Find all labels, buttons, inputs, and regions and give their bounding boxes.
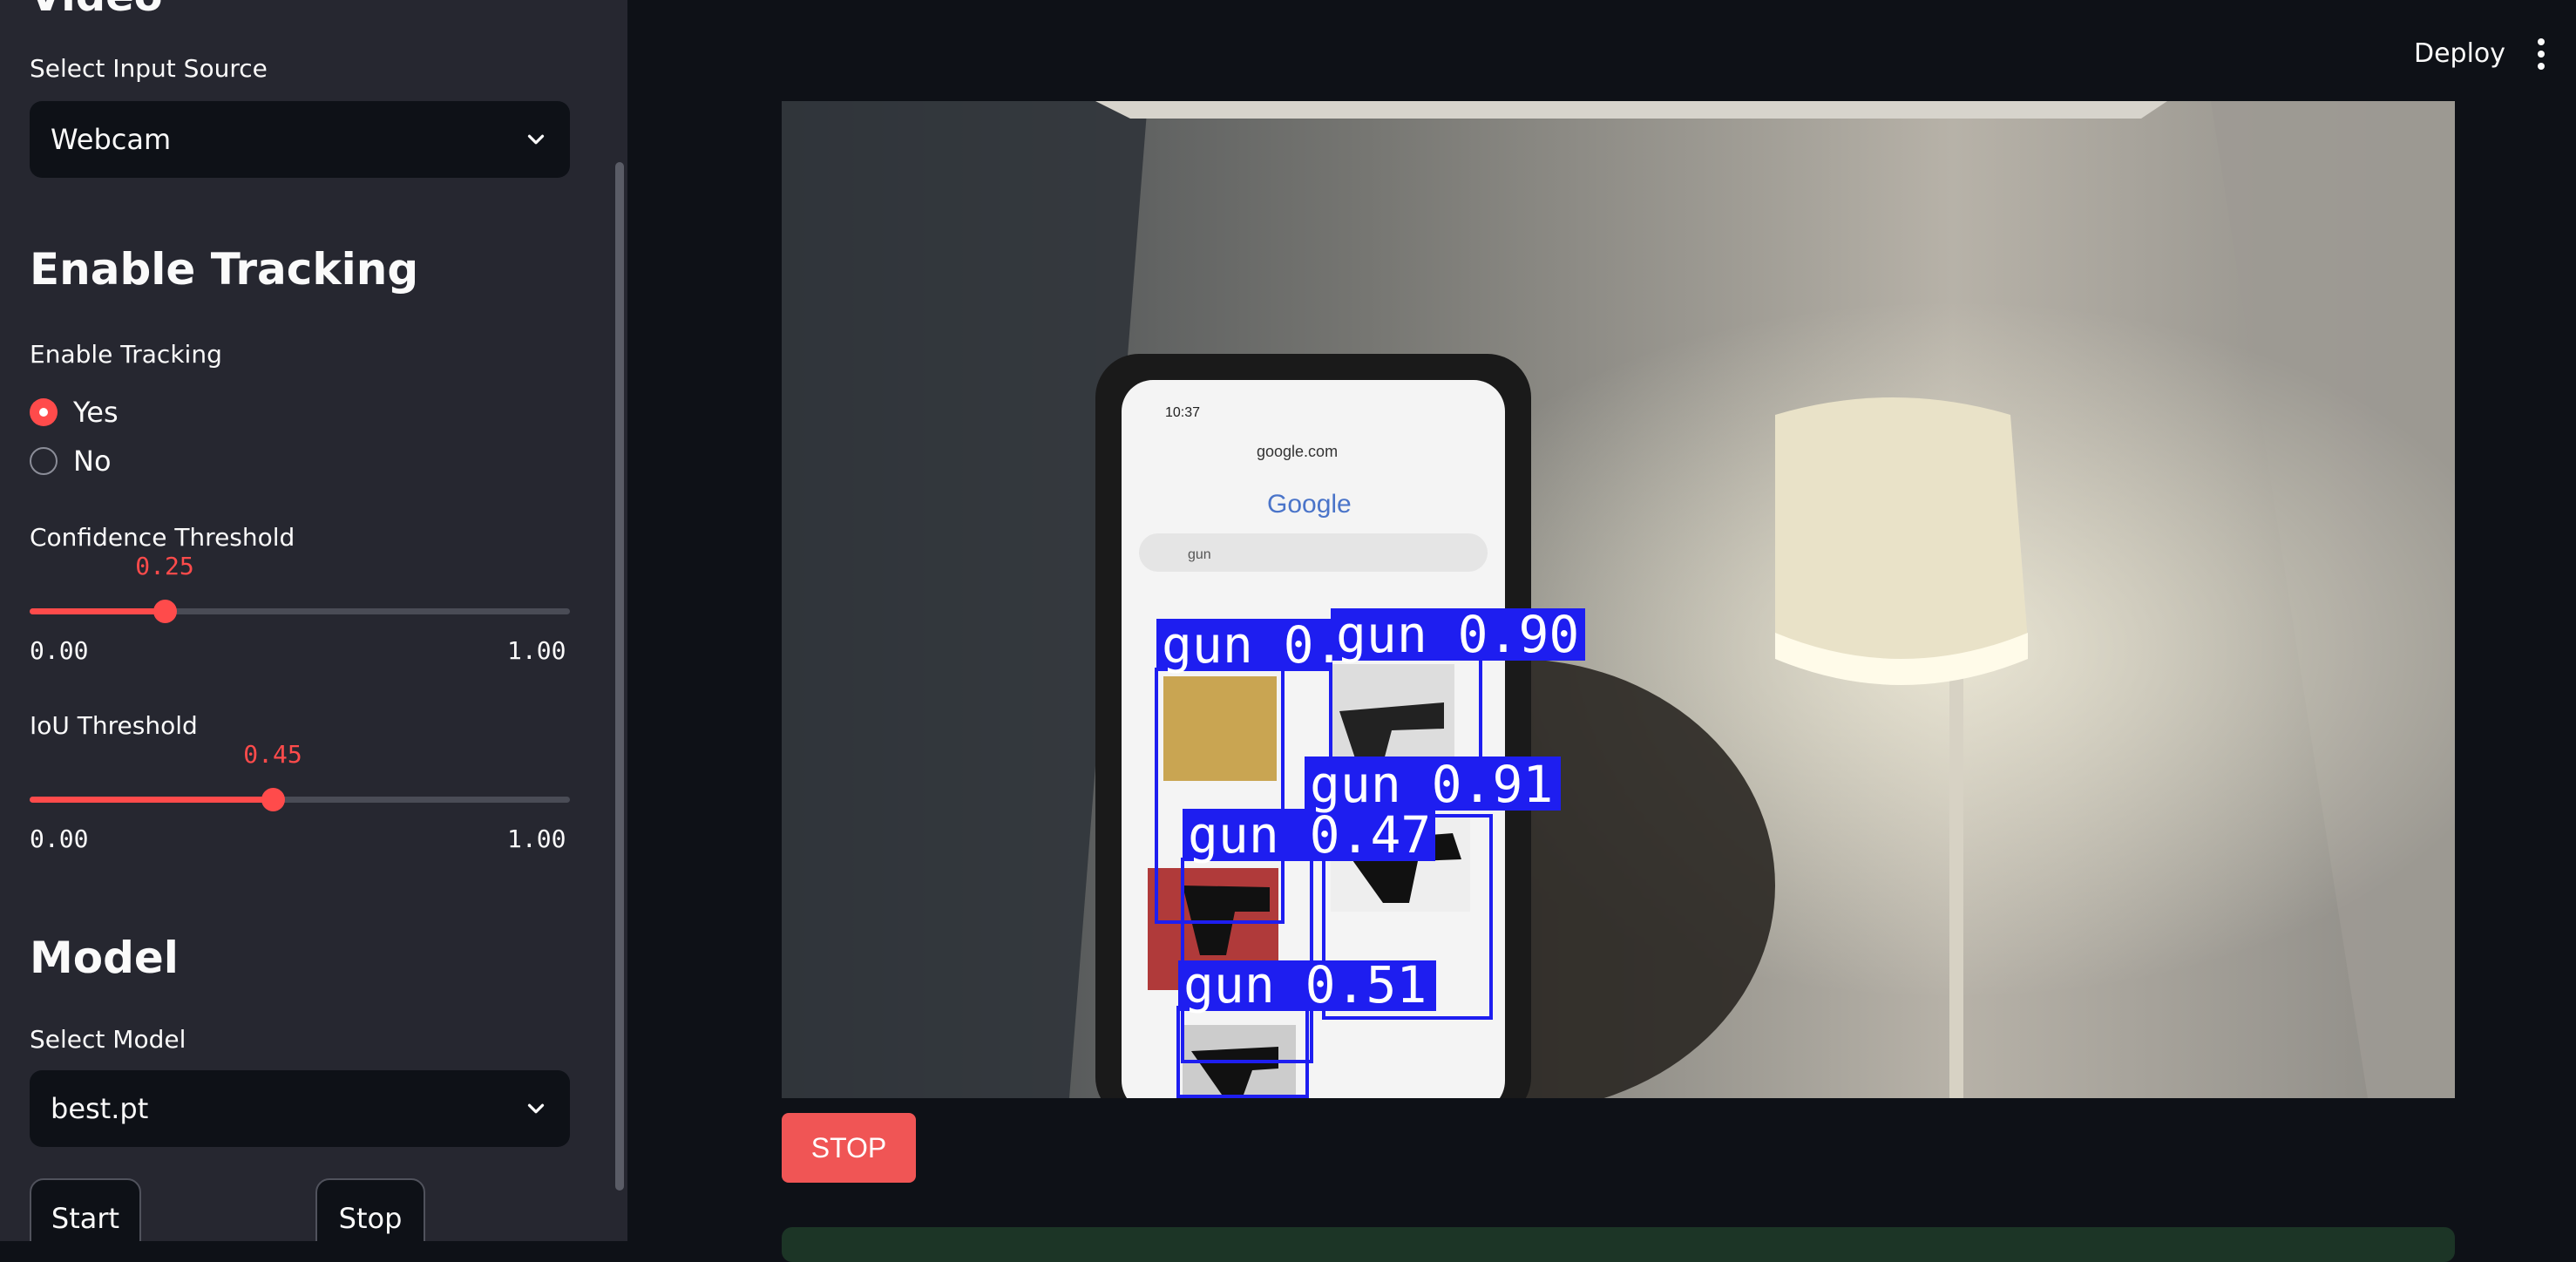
radio-no-label: No (73, 444, 112, 478)
deploy-button[interactable]: Deploy (2414, 38, 2505, 69)
sidebar-scrollbar[interactable] (615, 162, 624, 1191)
detection-label: gun 0.51 (1183, 955, 1427, 1014)
confidence-slider[interactable]: 0.25 (30, 552, 570, 641)
iou-max: 1.00 (507, 824, 566, 853)
tracking-heading: Enable Tracking (30, 244, 419, 295)
model-select[interactable]: best.pt (30, 1070, 570, 1147)
sidebar-heading-video: Video (30, 0, 163, 21)
main-menu-icon[interactable] (2536, 38, 2546, 70)
radio-yes[interactable]: Yes (30, 396, 119, 429)
stop-sidebar-button[interactable]: Stop (315, 1178, 425, 1241)
phone-time: 10:37 (1165, 405, 1200, 420)
phone-google-logo: Google (1267, 490, 1352, 519)
confidence-fill (30, 608, 165, 614)
chevron-down-icon (527, 134, 545, 145)
chevron-down-icon (527, 1103, 545, 1114)
radio-no-indicator[interactable] (30, 447, 58, 475)
input-source-select[interactable]: Webcam (30, 101, 570, 178)
input-source-label: Select Input Source (30, 54, 268, 83)
confidence-label: Confidence Threshold (30, 523, 295, 552)
radio-yes-label: Yes (73, 396, 119, 429)
detection-label: gun 0. (1162, 615, 1345, 675)
radio-no[interactable]: No (30, 444, 112, 478)
confidence-max: 1.00 (507, 636, 566, 665)
input-source-value: Webcam (51, 123, 172, 156)
model-value: best.pt (51, 1092, 149, 1125)
status-alert (782, 1227, 2455, 1262)
model-label: Select Model (30, 1025, 186, 1054)
sidebar: Video Select Input Source Webcam Enable … (0, 0, 627, 1241)
phone-url: google.com (1257, 443, 1338, 460)
detection-label: gun 0.90 (1336, 605, 1579, 664)
detection-label: gun 0.47 (1188, 805, 1431, 865)
iou-slider[interactable]: 0.45 (30, 740, 570, 829)
iou-thumb[interactable] (261, 788, 285, 811)
stop-stream-button[interactable]: STOP (782, 1113, 916, 1183)
confidence-value: 0.25 (135, 552, 194, 580)
iou-value: 0.45 (243, 740, 302, 769)
start-button[interactable]: Start (30, 1178, 141, 1241)
phone-query: gun (1188, 547, 1211, 562)
video-frame: 10:37 google.com Google gun gun 0. gun 0… (782, 101, 2455, 1098)
radio-yes-indicator[interactable] (30, 398, 58, 426)
iou-fill (30, 797, 273, 803)
confidence-thumb[interactable] (153, 600, 177, 623)
iou-label: IoU Threshold (30, 711, 198, 740)
model-heading: Model (30, 933, 179, 983)
confidence-min: 0.00 (30, 636, 89, 665)
tracking-label: Enable Tracking (30, 340, 222, 369)
iou-min: 0.00 (30, 824, 89, 853)
